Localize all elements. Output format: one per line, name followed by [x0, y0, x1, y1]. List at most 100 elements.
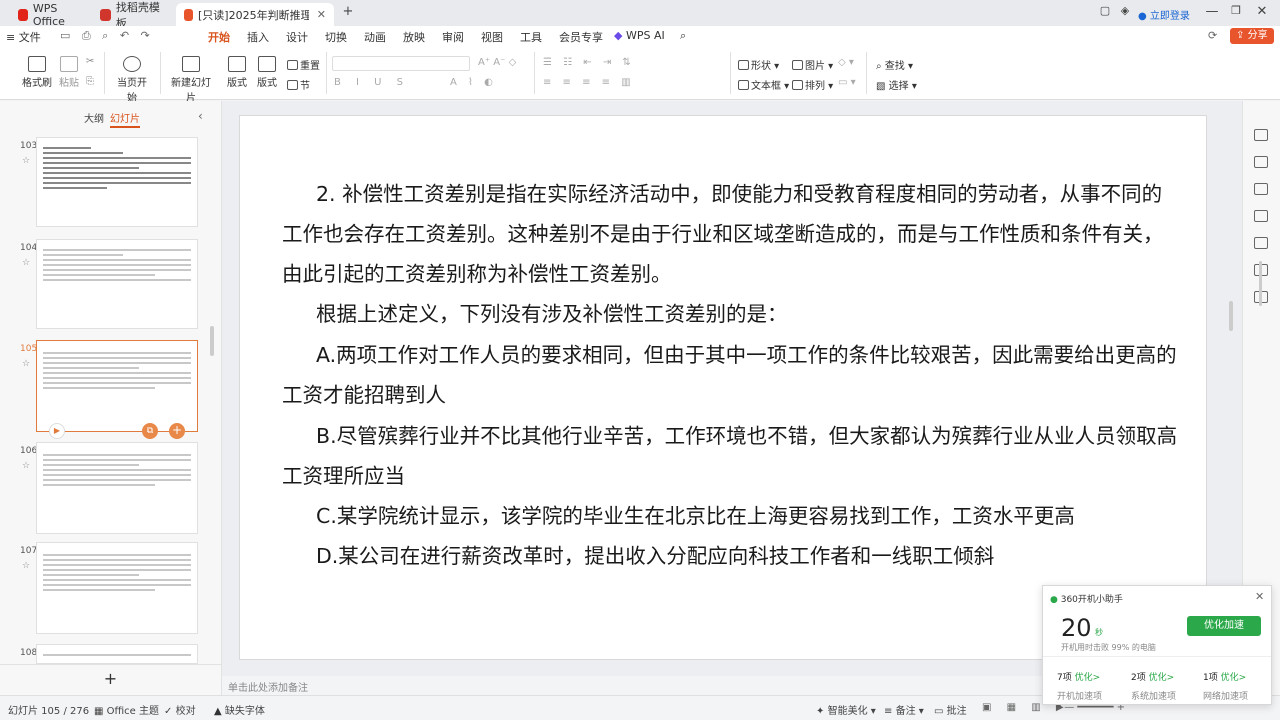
- proofread-button[interactable]: ✓ 校对: [164, 702, 196, 717]
- login-link[interactable]: ● 立即登录: [1138, 7, 1190, 22]
- tab-template[interactable]: 找稻壳模板: [92, 1, 174, 30]
- missing-font-button[interactable]: ▲ 缺失字体: [214, 702, 265, 717]
- star-icon[interactable]: ☆: [22, 258, 30, 268]
- add-slide-icon[interactable]: +: [169, 423, 185, 439]
- star-icon[interactable]: ☆: [22, 461, 30, 471]
- tab-slides[interactable]: 幻灯片: [110, 110, 140, 128]
- file-menu[interactable]: ≡ 文件: [6, 29, 41, 45]
- star-icon[interactable]: ☆: [22, 561, 30, 571]
- arrange-button[interactable]: 排列 ▾: [792, 77, 833, 92]
- font-name-select[interactable]: [332, 56, 470, 71]
- font-color-buttons[interactable]: A ⌇ ◐: [450, 77, 497, 88]
- thumbnail-scrollbar[interactable]: [210, 326, 214, 356]
- paste-button[interactable]: 粘贴: [56, 56, 82, 89]
- menu-review[interactable]: 审阅: [442, 29, 464, 45]
- picture-button[interactable]: 图片 ▾: [792, 57, 833, 72]
- canvas-scrollbar[interactable]: [1229, 301, 1233, 331]
- menu-tools[interactable]: 工具: [520, 29, 542, 45]
- tab-document[interactable]: [只读]2025年判断推理PPT-长 ✕: [176, 3, 334, 26]
- option-c[interactable]: C.某学院统计显示，该学院的毕业生在北京比在上海更容易找到工作，工资水平更高: [282, 496, 1182, 536]
- slide-number: 107: [20, 546, 38, 556]
- copy-format-icon[interactable]: [1254, 183, 1268, 195]
- stat-item[interactable]: 1项 优化> 网络加速项: [1203, 670, 1248, 702]
- menu-animation[interactable]: 动画: [364, 29, 386, 45]
- new-slide-button[interactable]: 新建幻灯片: [169, 56, 213, 104]
- comments-button[interactable]: ▭ 批注: [934, 702, 967, 717]
- question-text[interactable]: 根据上述定义，下列没有涉及补偿性工资差别的是：: [282, 294, 1182, 334]
- design-icon[interactable]: [1254, 156, 1268, 168]
- slide-thumbnail-103[interactable]: [36, 137, 198, 227]
- slide-number: 104: [20, 243, 38, 253]
- copy-slide-icon[interactable]: ⧉: [142, 423, 158, 439]
- template-logo-icon: [100, 8, 111, 21]
- option-d[interactable]: D.某公司在进行薪资改革时，提出收入分配应向科技工作者和一线职工倾斜: [282, 536, 1182, 576]
- layout-button[interactable]: 版式: [224, 56, 250, 89]
- close-tab-icon[interactable]: ✕: [309, 8, 326, 21]
- list-buttons[interactable]: ☰ ☷ ⇤ ⇥ ⇅: [543, 57, 635, 68]
- menu-home[interactable]: 开始: [208, 29, 230, 48]
- font-size-buttons[interactable]: A⁺ A⁻ ◇: [478, 57, 516, 68]
- properties-icon[interactable]: [1254, 129, 1268, 141]
- tab-outline[interactable]: 大纲: [84, 110, 104, 125]
- menu-design[interactable]: 设计: [286, 29, 308, 45]
- align-buttons[interactable]: ≡ ≡ ≡ ≡ ▥: [543, 77, 635, 88]
- definition-paragraph[interactable]: 2. 补偿性工资差别是指在实际经济活动中，即使能力和受教育程度相同的劳动者，从事…: [282, 174, 1182, 294]
- font-style-buttons[interactable]: B I U S: [334, 77, 409, 88]
- reset-button[interactable]: 重置: [287, 57, 320, 72]
- smart-beautify-button[interactable]: ✦ 智能美化 ▾: [816, 702, 876, 717]
- close-window-icon[interactable]: ✕: [1252, 4, 1272, 19]
- add-slide-button[interactable]: +: [0, 664, 221, 695]
- sidebar-scrollbar[interactable]: [1259, 261, 1262, 306]
- cut-icon[interactable]: ✂: [86, 56, 94, 67]
- search-icon[interactable]: ⌕: [680, 29, 686, 43]
- menu-slideshow[interactable]: 放映: [403, 29, 425, 45]
- skin-icon[interactable]: ◈: [1115, 4, 1135, 17]
- layout-button-2[interactable]: 版式: [254, 56, 280, 89]
- new-tab-icon[interactable]: +: [338, 4, 358, 19]
- slide-thumbnail-104[interactable]: [36, 239, 198, 329]
- shape-button[interactable]: 形状 ▾: [738, 57, 779, 72]
- shape-fill-icon[interactable]: ◇ ▾: [838, 57, 854, 68]
- select-button[interactable]: ▧ 选择 ▾: [876, 77, 917, 92]
- slide-thumbnail-105[interactable]: ▶ ⧉ +: [36, 340, 198, 439]
- cloud-sync-icon[interactable]: ⟳: [1208, 29, 1217, 42]
- copy-icon[interactable]: ⎘: [86, 76, 94, 87]
- format-painter-button[interactable]: 格式刷: [22, 56, 52, 89]
- picture-panel-icon[interactable]: [1254, 237, 1268, 249]
- find-button[interactable]: ⌕ 查找 ▾: [876, 57, 913, 72]
- section-button[interactable]: 节: [287, 77, 310, 92]
- shape-outline-icon[interactable]: ▭ ▾: [838, 77, 856, 88]
- menu-insert[interactable]: 插入: [247, 29, 269, 45]
- notes-button[interactable]: ≡ 备注 ▾: [884, 702, 924, 717]
- stat-item[interactable]: 2项 优化> 系统加速项: [1131, 670, 1176, 702]
- option-a[interactable]: A.两项工作对工作人员的要求相同，但由于其中一项工作的条件比较艰苦，因此需要给出…: [282, 335, 1182, 415]
- theme-label[interactable]: ▦ Office 主题: [94, 702, 159, 717]
- stat-item[interactable]: 7项 优化> 开机加速项: [1057, 670, 1102, 702]
- maximize-icon[interactable]: ❐: [1226, 4, 1246, 17]
- slide-thumbnail-108[interactable]: [36, 644, 198, 664]
- ai-icon: ◆: [614, 29, 623, 42]
- menu-transition[interactable]: 切换: [325, 29, 347, 45]
- textbox-button[interactable]: 文本框 ▾: [738, 77, 789, 92]
- optimize-button[interactable]: 优化加速: [1187, 616, 1261, 636]
- tab-wps-office[interactable]: WPS Office: [10, 2, 90, 28]
- slide-thumbnail-106[interactable]: [36, 442, 198, 534]
- slide-canvas[interactable]: 2. 补偿性工资差别是指在实际经济活动中，即使能力和受教育程度相同的劳动者，从事…: [239, 115, 1207, 660]
- play-slide-icon[interactable]: ▶: [49, 423, 65, 439]
- minimize-icon[interactable]: —: [1202, 4, 1222, 19]
- menu-view[interactable]: 视图: [481, 29, 503, 45]
- share-button[interactable]: ⇪ 分享: [1230, 28, 1274, 44]
- menu-member[interactable]: 会员专享: [559, 29, 603, 45]
- quick-access-icons[interactable]: ▭ ⎙ ⌕ ↶ ↷: [60, 29, 154, 43]
- option-b[interactable]: B.尽管殡葬行业并不比其他行业辛苦，工作环境也不错，但大家都认为殡葬行业从业人员…: [282, 416, 1182, 496]
- window-mode-icon[interactable]: ▢: [1095, 4, 1115, 17]
- popup-close-icon[interactable]: ✕: [1255, 590, 1264, 603]
- ppt-logo-icon: [184, 8, 194, 21]
- collapse-panel-icon[interactable]: ‹: [198, 109, 203, 123]
- menu-wps-ai[interactable]: ◆ WPS AI: [614, 29, 665, 42]
- star-icon[interactable]: ☆: [22, 359, 30, 369]
- animation-icon[interactable]: [1254, 210, 1268, 222]
- star-icon[interactable]: ☆: [22, 156, 30, 166]
- play-from-current-button[interactable]: 当页开始: [113, 56, 151, 104]
- slide-thumbnail-107[interactable]: [36, 542, 198, 634]
